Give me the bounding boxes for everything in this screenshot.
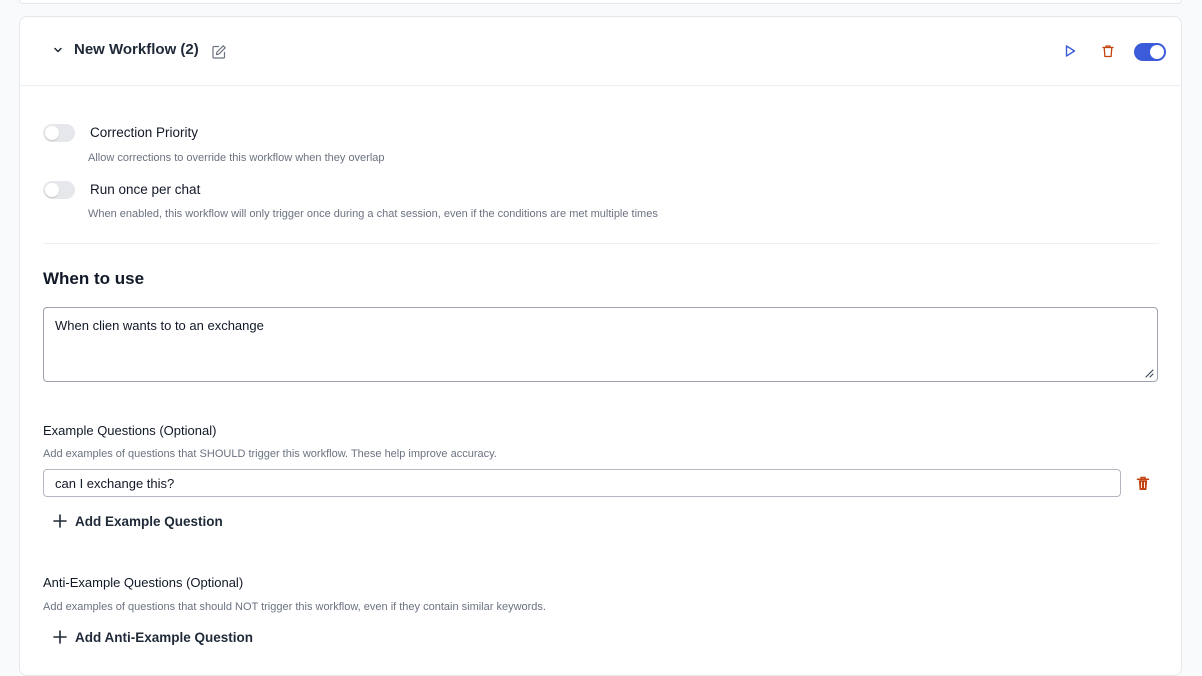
resize-grip-icon[interactable] (1145, 369, 1154, 378)
example-questions-label: Example Questions (Optional) (43, 423, 217, 438)
add-anti-example-question-button[interactable]: Add Anti-Example Question (53, 627, 253, 647)
plus-icon (53, 630, 67, 644)
example-questions-description: Add examples of questions that SHOULD tr… (43, 448, 497, 460)
anti-example-questions-label: Anti-Example Questions (Optional) (43, 575, 244, 590)
when-to-use-value: When clien wants to to an exchange (55, 318, 264, 333)
correction-priority-description: Allow corrections to override this workf… (88, 152, 385, 164)
example-question-input[interactable]: can I exchange this? (43, 469, 1121, 497)
previous-card-edge (19, 0, 1182, 4)
plus-icon (53, 514, 67, 528)
when-to-use-title: When to use (43, 269, 145, 288)
add-anti-example-question-label: Add Anti-Example Question (75, 629, 254, 645)
edit-icon[interactable] (211, 44, 227, 60)
chevron-down-icon[interactable] (51, 43, 65, 57)
workflow-header: New Workflow (2) (20, 17, 1181, 86)
page-top-strip (0, 0, 1202, 10)
add-example-question-button[interactable]: Add Example Question (53, 511, 223, 531)
section-divider (43, 243, 1159, 244)
toggle-knob (45, 183, 59, 197)
workflow-title: New Workflow (2) (74, 41, 199, 58)
add-example-question-label: Add Example Question (75, 513, 223, 529)
workflow-enabled-toggle[interactable] (1134, 43, 1166, 61)
example-question-value: can I exchange this? (55, 476, 175, 491)
when-to-use-textarea[interactable]: When clien wants to to an exchange (43, 307, 1158, 382)
play-icon[interactable] (1063, 44, 1077, 58)
anti-example-questions-description: Add examples of questions that should NO… (43, 601, 546, 613)
run-once-label: Run once per chat (90, 182, 201, 197)
run-once-toggle[interactable] (43, 181, 75, 199)
workflow-card: New Workflow (2) Correction Priority All… (19, 16, 1182, 676)
toggle-knob (45, 126, 59, 140)
correction-priority-toggle[interactable] (43, 124, 75, 142)
trash-icon[interactable] (1101, 44, 1115, 58)
toggle-knob (1150, 45, 1164, 59)
correction-priority-label: Correction Priority (90, 125, 199, 140)
trash-icon[interactable] (1136, 476, 1150, 491)
run-once-description: When enabled, this workflow will only tr… (88, 208, 658, 220)
